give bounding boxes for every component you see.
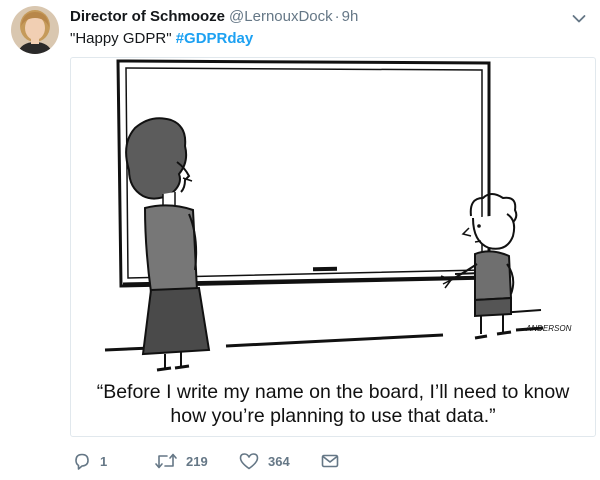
tweet-media-cartoon[interactable]: ANDERSON “Before I write my name on the … <box>70 57 596 437</box>
retweet-button[interactable]: 219 <box>154 450 208 472</box>
hashtag-link[interactable]: #GDPRday <box>176 30 254 47</box>
display-name[interactable]: Director of Schmooze <box>70 8 225 25</box>
cartoon-caption-line-2: how you’re planning to use that data.” <box>170 405 496 427</box>
tweet-actions: 1 219 364 <box>70 450 370 472</box>
like-count: 364 <box>268 453 290 469</box>
reply-button[interactable]: 1 <box>72 450 107 472</box>
envelope-icon <box>320 451 340 471</box>
user-handle[interactable]: @LernouxDock <box>229 8 333 25</box>
reply-count: 1 <box>100 453 108 469</box>
heart-icon <box>238 451 260 471</box>
tweet-header: Director of Schmooze @LernouxDock · 9h <box>70 7 560 26</box>
separator-dot: · <box>334 8 340 25</box>
tweet: Director of Schmooze @LernouxDock · 9h "Hap… <box>0 0 600 480</box>
tweet-body: "Happy GDPR" <box>70 30 172 47</box>
direct-message-button[interactable] <box>320 450 340 472</box>
timestamp[interactable]: 9h <box>342 8 359 25</box>
avatar[interactable] <box>11 6 59 54</box>
cartoon-caption-line-1: “Before I write my name on the board, I’… <box>96 381 570 403</box>
artist-signature: ANDERSON <box>525 324 572 333</box>
reply-icon <box>72 451 92 471</box>
like-button[interactable]: 364 <box>238 450 290 472</box>
chevron-down-icon[interactable] <box>572 11 586 23</box>
retweet-count: 219 <box>186 453 208 469</box>
retweet-icon <box>154 451 178 471</box>
tweet-text: "Happy GDPR" #GDPRday <box>70 29 580 48</box>
avatar-image <box>11 6 59 54</box>
